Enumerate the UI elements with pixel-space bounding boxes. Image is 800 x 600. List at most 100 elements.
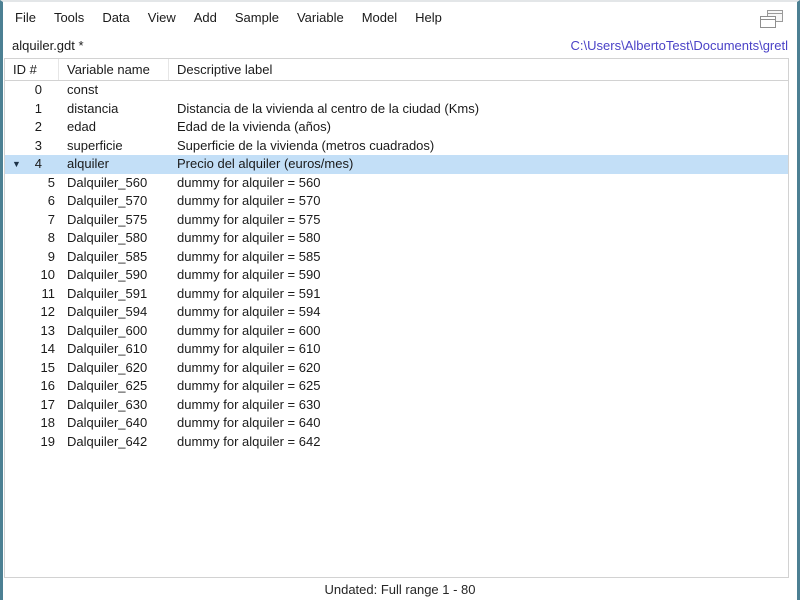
column-header-descriptive-label: Descriptive label	[177, 62, 273, 77]
windows-menu-button[interactable]	[757, 7, 786, 32]
row-id-cell: ▼ 12	[5, 303, 59, 322]
row-id-cell: ▼ 11	[5, 285, 59, 304]
table-row[interactable]: ▼ 7 Dalquiler_575 dummy for alquiler = 5…	[5, 211, 788, 230]
row-id: 18	[40, 415, 55, 430]
row-id-cell: ▼ 2	[5, 118, 59, 137]
menu-item[interactable]: Tools	[45, 7, 93, 28]
table-row[interactable]: ▼ 15 Dalquiler_620 dummy for alquiler = …	[5, 359, 788, 378]
row-variable-name: Dalquiler_594	[67, 304, 148, 319]
row-variable-name: Dalquiler_580	[67, 230, 148, 245]
row-descriptive-label	[169, 81, 788, 100]
row-variable-name: Dalquiler_585	[67, 248, 148, 264]
row-descriptive-label: Distancia de la vivienda al centro de la…	[177, 100, 480, 116]
row-variable-name: superficie	[67, 137, 123, 153]
row-id-cell: ▼ 3	[5, 137, 59, 156]
menu-item[interactable]: Sample	[226, 7, 288, 28]
row-id: 9	[47, 248, 55, 264]
row-variable-name: edad	[67, 119, 96, 134]
menu-item[interactable]: Variable	[288, 7, 353, 28]
row-variable-name: Dalquiler_591	[67, 285, 148, 301]
table-row[interactable]: ▼ 16 Dalquiler_625 dummy for alquiler = …	[5, 377, 788, 396]
row-id: 3	[34, 137, 42, 153]
row-variable-name: Dalquiler_630	[67, 396, 148, 412]
row-descriptive-label: Superficie de la vivienda (metros cuadra…	[177, 137, 435, 153]
table-row[interactable]: ▼ 17 Dalquiler_630 dummy for alquiler = …	[5, 396, 788, 415]
row-variable-name: Dalquiler_620	[67, 359, 148, 375]
row-descriptive-label: dummy for alquiler = 570	[177, 193, 321, 208]
row-descriptive-label: dummy for alquiler = 560	[177, 174, 321, 190]
table-row[interactable]: ▼ 1 distancia Distancia de la vivienda a…	[5, 100, 788, 119]
row-id: 7	[47, 211, 55, 227]
table-row[interactable]: ▼ 11 Dalquiler_591 dummy for alquiler = …	[5, 285, 788, 304]
menu-item[interactable]: Help	[406, 7, 451, 28]
row-variable-name: Dalquiler_610	[67, 341, 148, 356]
row-descriptive-label: dummy for alquiler = 600	[177, 322, 321, 338]
row-id: 4	[34, 156, 42, 171]
variables-list: ID # Variable name Descriptive label ▼ 0…	[4, 58, 789, 578]
table-row[interactable]: ▼ 13 Dalquiler_600 dummy for alquiler = …	[5, 322, 788, 341]
row-variable-name: Dalquiler_575	[67, 211, 148, 227]
row-id: 15	[40, 359, 55, 375]
row-id: 2	[34, 119, 42, 134]
table-row[interactable]: ▼ 4 alquiler Precio del alquiler (euros/…	[5, 155, 788, 174]
row-id-cell: ▼ 17	[5, 396, 59, 415]
row-descriptive-label: Edad de la vivienda (años)	[177, 119, 331, 134]
menu-item[interactable]: Model	[353, 7, 406, 28]
row-id-cell: ▼ 19	[5, 433, 59, 452]
row-descriptive-label: dummy for alquiler = 590	[177, 267, 321, 282]
table-row[interactable]: ▼ 3 superficie Superficie de la vivienda…	[5, 137, 788, 156]
table-row[interactable]: ▼ 19 Dalquiler_642 dummy for alquiler = …	[5, 433, 788, 452]
row-id-cell: ▼ 9	[5, 248, 59, 267]
row-variable-name: Dalquiler_560	[67, 174, 148, 190]
table-row[interactable]: ▼ 12 Dalquiler_594 dummy for alquiler = …	[5, 303, 788, 322]
row-id-cell: ▼ 7	[5, 211, 59, 230]
table-row[interactable]: ▼ 18 Dalquiler_640 dummy for alquiler = …	[5, 414, 788, 433]
row-descriptive-label: dummy for alquiler = 625	[177, 378, 321, 393]
menu-item[interactable]: File	[6, 7, 45, 28]
row-id: 14	[40, 341, 55, 356]
title-bar: alquiler.gdt * C:\Users\AlbertoTest\Docu…	[3, 32, 797, 58]
row-id-cell: ▼ 14	[5, 340, 59, 359]
row-variable-name: const	[67, 82, 99, 97]
table-row[interactable]: ▼ 2 edad Edad de la vivienda (años)	[5, 118, 788, 137]
row-descriptive-label: dummy for alquiler = 591	[177, 285, 321, 301]
table-row[interactable]: ▼ 14 Dalquiler_610 dummy for alquiler = …	[5, 340, 788, 359]
row-descriptive-label: dummy for alquiler = 594	[177, 304, 321, 319]
table-row[interactable]: ▼ 5 Dalquiler_560 dummy for alquiler = 5…	[5, 174, 788, 193]
row-variable-name: alquiler	[67, 156, 109, 171]
gretl-main-window: File Tools Data View Add Sample Variable…	[0, 0, 800, 600]
menu-item[interactable]: Add	[185, 7, 226, 28]
table-row[interactable]: ▼ 8 Dalquiler_580 dummy for alquiler = 5…	[5, 229, 788, 248]
row-id: 17	[40, 396, 55, 412]
row-id: 13	[40, 322, 55, 338]
menu-bar: File Tools Data View Add Sample Variable…	[3, 2, 797, 32]
status-text: Undated: Full range 1 - 80	[324, 582, 476, 597]
table-row[interactable]: ▼ 0 const	[5, 81, 788, 100]
row-id-cell: ▼ 13	[5, 322, 59, 341]
variables-list-body: ▼ 0 const ▼ 1 distancia Distancia de la …	[5, 81, 788, 451]
row-id: 11	[41, 285, 56, 301]
table-row[interactable]: ▼ 9 Dalquiler_585 dummy for alquiler = 5…	[5, 248, 788, 267]
row-id-cell: ▼ 18	[5, 414, 59, 433]
row-id-cell: ▼ 15	[5, 359, 59, 378]
table-row[interactable]: ▼ 6 Dalquiler_570 dummy for alquiler = 5…	[5, 192, 788, 211]
row-id: 10	[40, 267, 55, 282]
menu-item[interactable]: View	[139, 7, 185, 28]
column-header-id: ID #	[5, 59, 59, 80]
row-id: 8	[47, 230, 55, 245]
row-id: 5	[47, 174, 55, 190]
row-descriptive-label: dummy for alquiler = 610	[177, 341, 321, 356]
row-id: 6	[47, 193, 55, 208]
row-id: 16	[40, 378, 55, 393]
row-descriptive-label: dummy for alquiler = 620	[177, 359, 321, 375]
row-id-cell: ▼ 8	[5, 229, 59, 248]
row-id-cell: ▼ 16	[5, 377, 59, 396]
working-directory-path[interactable]: C:\Users\AlbertoTest\Documents\gretl	[571, 38, 788, 53]
row-descriptive-label: dummy for alquiler = 585	[177, 248, 321, 264]
menu-item[interactable]: Data	[93, 7, 138, 28]
cascade-windows-icon	[760, 10, 783, 28]
table-row[interactable]: ▼ 10 Dalquiler_590 dummy for alquiler = …	[5, 266, 788, 285]
expander-triangle-icon[interactable]: ▼	[12, 156, 21, 173]
dataset-filename: alquiler.gdt *	[12, 38, 84, 53]
row-variable-name: Dalquiler_570	[67, 193, 148, 208]
